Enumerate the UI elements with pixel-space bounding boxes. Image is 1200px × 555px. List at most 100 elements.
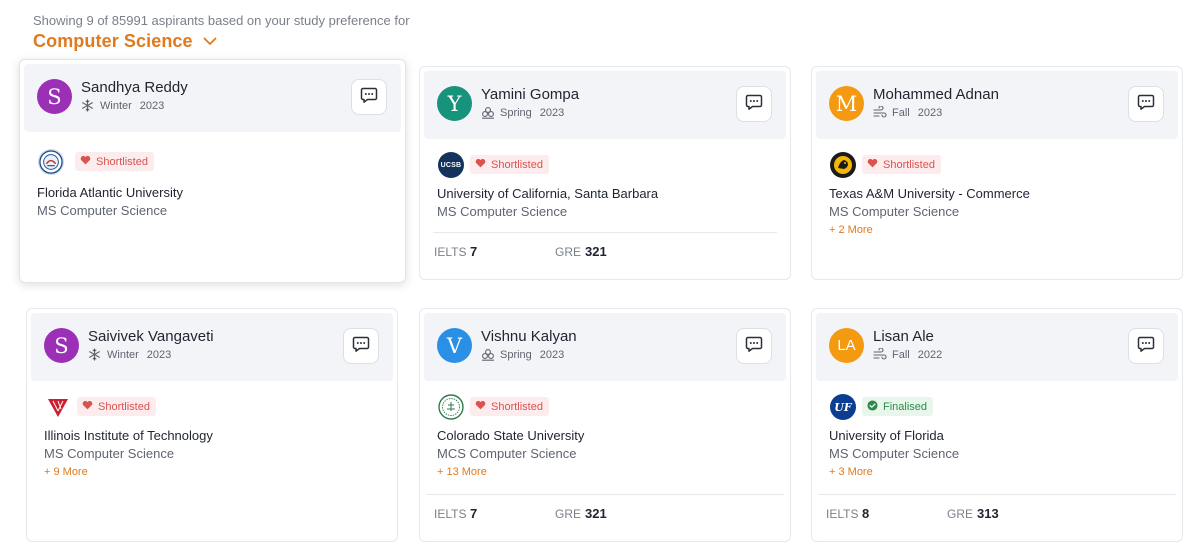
badge-label: Shortlisted	[98, 400, 150, 413]
gre-score: 321	[585, 506, 607, 521]
gre-label: GRE	[555, 245, 582, 259]
more-universities-link[interactable]: + 9 More	[44, 466, 88, 478]
intake-season: Spring	[500, 349, 532, 361]
chat-button[interactable]	[351, 79, 387, 115]
more-universities-link[interactable]: + 2 More	[829, 224, 873, 236]
badge-label: Shortlisted	[883, 158, 935, 171]
aspirant-card[interactable]: LA Lisan Ale Fall 2022 UF Finalised Univ…	[811, 308, 1183, 542]
intake-year: 2023	[917, 107, 943, 119]
intake-year: 2023	[539, 107, 565, 119]
heart-icon	[82, 400, 93, 413]
shortlisted-badge: Shortlisted	[77, 397, 156, 416]
study-preference-label: Computer Science	[33, 31, 193, 51]
intake-season: Winter	[107, 349, 139, 361]
intake-info: Spring 2023	[481, 106, 564, 120]
chat-icon	[1137, 93, 1155, 116]
aspirant-header: LA Lisan Ale Fall 2022	[816, 313, 1178, 381]
shortlisted-badge: Shortlisted	[470, 397, 549, 416]
university-logo	[830, 152, 856, 178]
program-name: MS Computer Science	[829, 446, 960, 461]
program-name: MS Computer Science	[829, 204, 960, 219]
ielts-label: IELTS	[434, 245, 467, 259]
program-name: MS Computer Science	[44, 446, 175, 461]
chat-button[interactable]	[736, 328, 772, 364]
aspirant-header: Y Yamini Gompa Spring 2023	[424, 71, 786, 139]
shortlisted-badge: Shortlisted	[862, 155, 941, 174]
intake-year: 2023	[539, 349, 565, 361]
aspirant-header: V Vishnu Kalyan Spring 2023	[424, 313, 786, 381]
intake-year: 2023	[139, 100, 165, 112]
wind-icon	[873, 106, 887, 120]
badge-label: Finalised	[883, 400, 928, 413]
intake-info: Spring 2023	[481, 348, 564, 362]
aspirant-header: S Saivivek Vangaveti Winter 2023	[31, 313, 393, 381]
avatar: Y	[437, 86, 472, 121]
chat-icon	[745, 335, 763, 358]
badge-label: Shortlisted	[491, 400, 543, 413]
chat-button[interactable]	[736, 86, 772, 122]
avatar: LA	[829, 328, 864, 363]
chevron-down-icon	[203, 33, 217, 51]
snowflake-icon	[81, 99, 95, 113]
finalised-badge: Finalised	[862, 397, 934, 416]
aspirant-card[interactable]: S Sandhya Reddy Winter 2023 Shortlisted …	[19, 59, 406, 283]
university-logo: UF	[830, 394, 856, 420]
intake-info: Fall 2022	[873, 348, 942, 362]
avatar: S	[37, 79, 72, 114]
chat-icon	[360, 86, 378, 109]
university-name: Florida Atlantic University	[37, 185, 183, 200]
intake-info: Winter 2023	[88, 348, 171, 362]
program-name: MCS Computer Science	[437, 446, 577, 461]
intake-season: Fall	[892, 107, 910, 119]
chat-button[interactable]	[1128, 86, 1164, 122]
shortlisted-badge: Shortlisted	[470, 155, 549, 174]
chat-icon	[352, 335, 370, 358]
study-preference-dropdown[interactable]: Computer Science	[33, 31, 217, 52]
ucsb-logo-text: UCSB	[440, 161, 462, 169]
check-circle-icon	[867, 399, 878, 414]
university-logo	[438, 394, 464, 420]
heart-icon	[80, 155, 91, 168]
badge-label: Shortlisted	[96, 155, 148, 168]
more-universities-link[interactable]: + 3 More	[829, 466, 873, 478]
aspirant-name: Lisan Ale	[873, 328, 934, 345]
gre-score: 313	[977, 506, 999, 521]
heart-icon	[475, 400, 486, 413]
ielts-label: IELTS	[826, 507, 859, 521]
ielts-score: 7	[470, 244, 478, 259]
chat-icon	[1137, 335, 1155, 358]
chat-icon	[745, 93, 763, 116]
snowflake-icon	[88, 348, 102, 362]
aspirant-card[interactable]: M Mohammed Adnan Fall 2023 Shortlisted T…	[811, 66, 1183, 280]
divider	[433, 232, 777, 233]
uf-logo-text: UF	[834, 400, 852, 414]
university-name: Illinois Institute of Technology	[44, 428, 213, 443]
divider	[818, 494, 1176, 495]
university-name: University of Florida	[829, 428, 944, 443]
aspirant-header: S Sandhya Reddy Winter 2023	[24, 64, 401, 132]
intake-season: Winter	[100, 100, 132, 112]
divider	[426, 494, 784, 495]
aspirant-name: Sandhya Reddy	[81, 79, 188, 96]
avatar: S	[44, 328, 79, 363]
flower-icon	[481, 106, 495, 120]
ielts-score: 8	[862, 506, 870, 521]
university-name: Texas A&M University - Commerce	[829, 186, 1030, 201]
university-logo	[38, 149, 64, 175]
aspirant-card[interactable]: S Saivivek Vangaveti Winter 2023 Shortli…	[26, 308, 398, 542]
gre-label: GRE	[947, 507, 974, 521]
intake-info: Winter 2023	[81, 99, 164, 113]
heart-icon	[475, 158, 486, 171]
heart-icon	[867, 158, 878, 171]
intake-season: Spring	[500, 107, 532, 119]
chat-button[interactable]	[1128, 328, 1164, 364]
chat-button[interactable]	[343, 328, 379, 364]
aspirant-card[interactable]: V Vishnu Kalyan Spring 2023 Shortlisted …	[419, 308, 791, 542]
flower-icon	[481, 348, 495, 362]
intake-season: Fall	[892, 349, 910, 361]
ielts-score: 7	[470, 506, 478, 521]
program-name: MS Computer Science	[37, 203, 168, 218]
more-universities-link[interactable]: + 13 More	[437, 466, 487, 478]
aspirant-card[interactable]: Y Yamini Gompa Spring 2023 UCSB Shortlis…	[419, 66, 791, 280]
shortlisted-badge: Shortlisted	[75, 152, 154, 171]
